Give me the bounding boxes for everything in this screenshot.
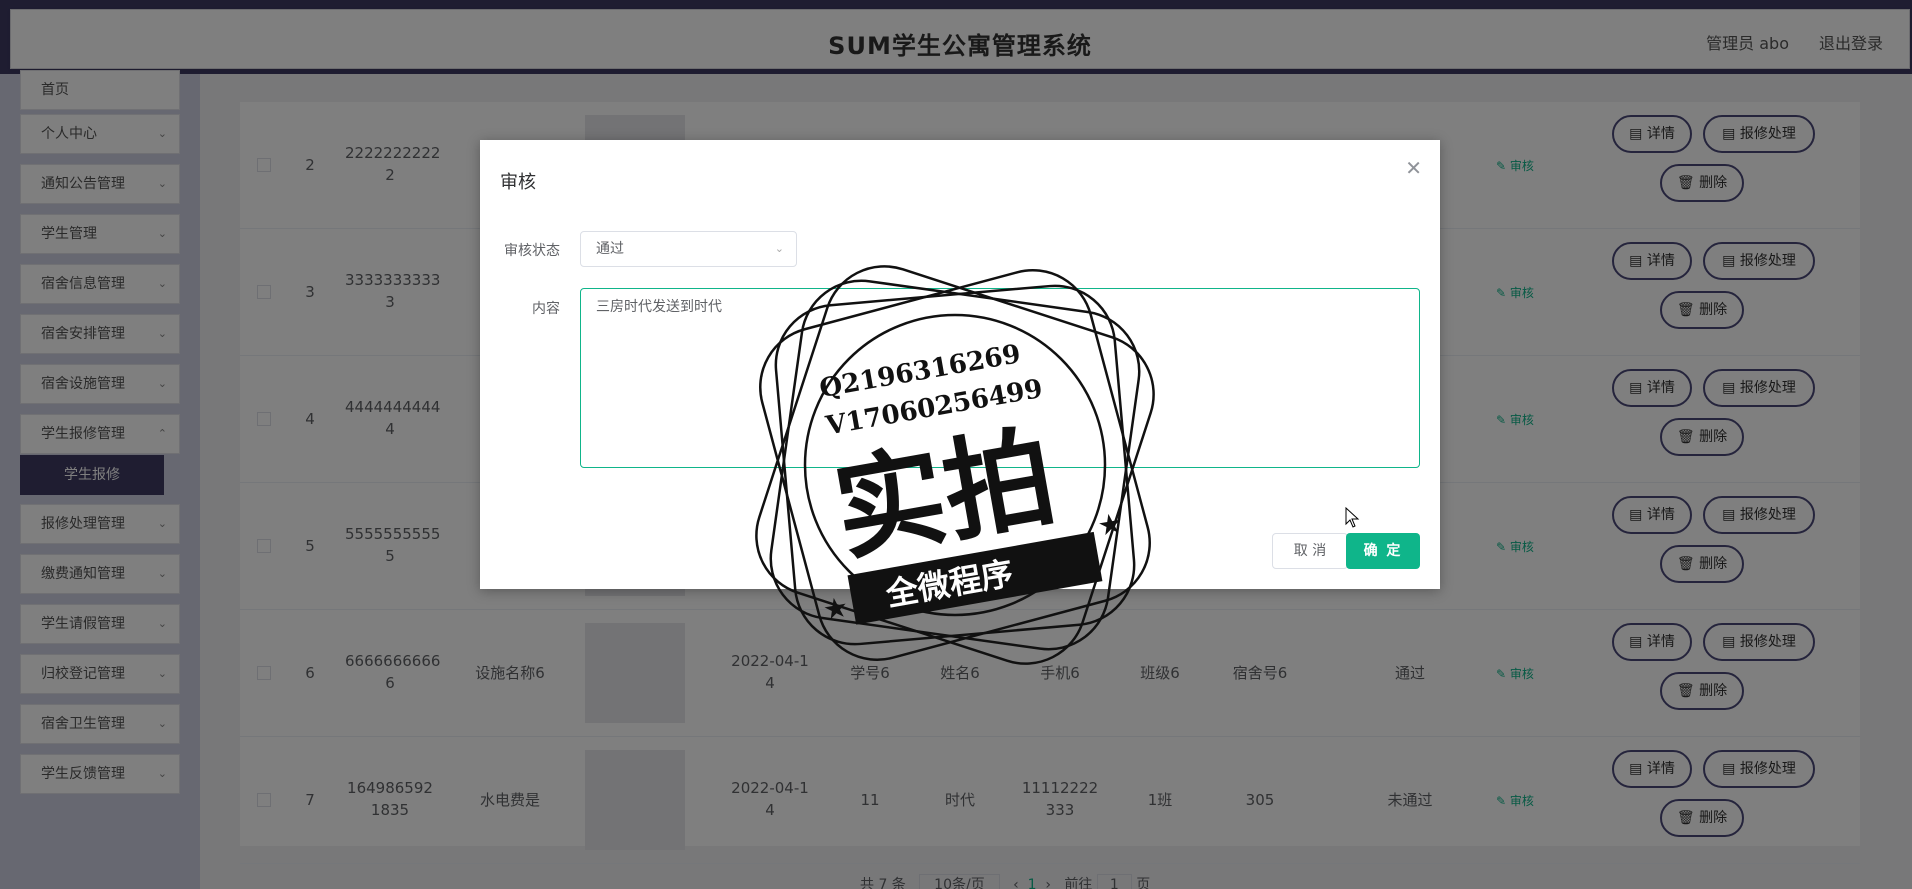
- content-label: 内容: [532, 301, 560, 317]
- cursor-icon: [1345, 507, 1360, 528]
- dialog-title: 审核: [500, 172, 536, 193]
- status-label: 审核状态: [504, 243, 560, 259]
- star-icon: ★: [820, 590, 850, 627]
- confirm-button[interactable]: 确 定: [1346, 533, 1420, 569]
- close-icon[interactable]: ✕: [1405, 158, 1422, 178]
- cancel-button[interactable]: 取 消: [1272, 533, 1348, 569]
- watermark-stamp: Q2196316269 V17060256499 实拍 全微程序 ★ ★: [755, 265, 1155, 665]
- status-select-value: 通过: [596, 241, 624, 257]
